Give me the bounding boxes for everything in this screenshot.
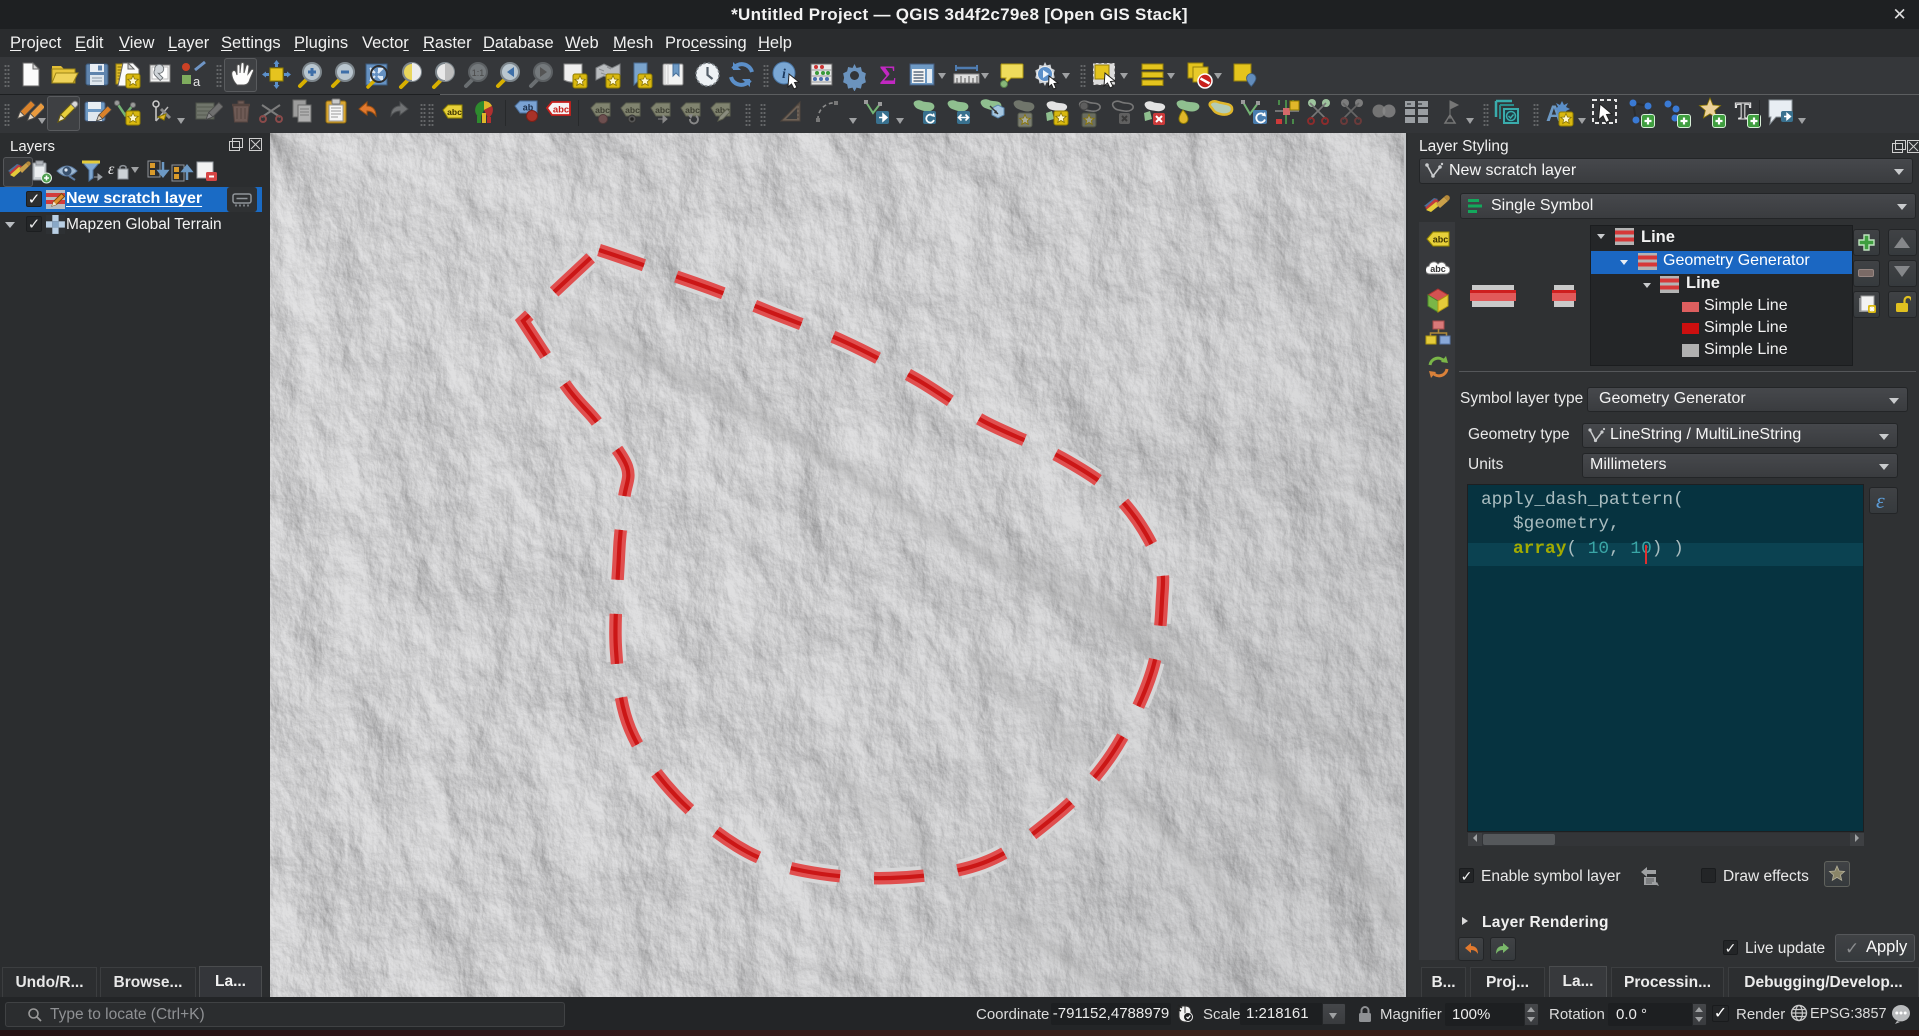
svg-text:abc: abc <box>595 105 610 115</box>
svg-text:abc: abc <box>625 105 640 115</box>
svg-text:i: i <box>782 67 786 82</box>
svg-text:abc: abc <box>1433 235 1449 245</box>
svg-text:ε: ε <box>108 161 115 178</box>
svg-text:abc: abc <box>447 107 462 117</box>
svg-text:a: a <box>193 74 201 89</box>
svg-text:abc: abc <box>553 105 569 116</box>
svg-text:Σ: Σ <box>880 61 897 90</box>
svg-text:1:1: 1:1 <box>472 68 485 78</box>
svg-text:abc: abc <box>655 105 670 115</box>
svg-text:abc: abc <box>1430 264 1446 274</box>
svg-text:abc: abc <box>685 105 700 115</box>
